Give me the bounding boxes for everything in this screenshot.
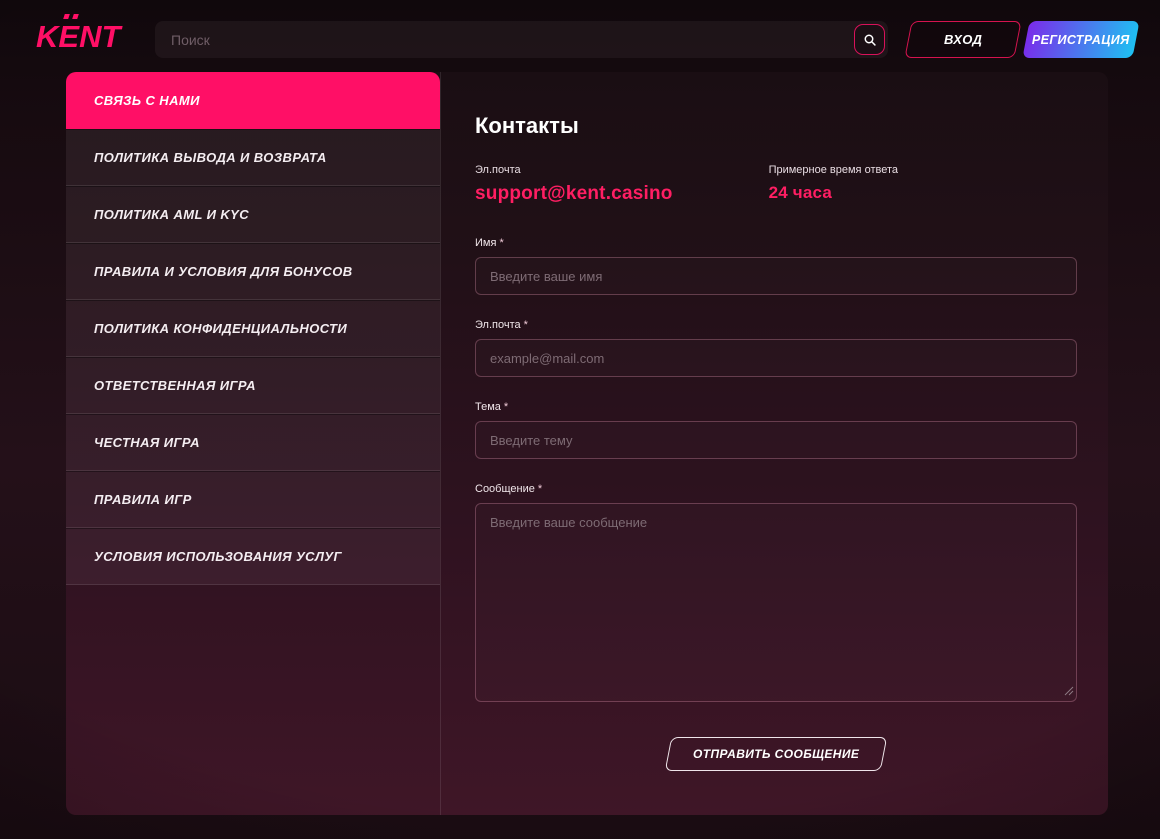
email-input[interactable] [475,339,1077,377]
subject-field-label: Тема [475,401,501,413]
sidebar-item-label: УСЛОВИЯ ИСПОЛЬЗОВАНИЯ УСЛУГ [94,549,342,564]
sidebar: СВЯЗЬ С НАМИ ПОЛИТИКА ВЫВОДА И ВОЗВРАТА … [66,72,440,585]
main-panel: СВЯЗЬ С НАМИ ПОЛИТИКА ВЫВОДА И ВОЗВРАТА … [66,72,1108,815]
subject-input[interactable] [475,421,1077,459]
sidebar-item-4[interactable]: ПОЛИТИКА КОНФИДЕНЦИАЛЬНОСТИ [66,300,440,357]
sidebar-item-label: ЧЕСТНАЯ ИГРА [94,435,200,450]
sidebar-item-1[interactable]: ПОЛИТИКА ВЫВОДА И ВОЗВРАТА [66,129,440,186]
search-input[interactable] [155,21,888,58]
required-asterisk: * [524,319,528,331]
contact-form: Имя* Эл.почта* Тема* Сообщение* [475,237,1108,771]
required-asterisk: * [499,237,503,249]
response-time-value: 24 часа [769,183,898,203]
page-title: Контакты [475,113,1108,139]
required-asterisk: * [538,483,542,495]
sidebar-item-3[interactable]: ПРАВИЛА И УСЛОВИЯ ДЛЯ БОНУСОВ [66,243,440,300]
sidebar-item-label: ОТВЕТСТВЕННАЯ ИГРА [94,378,256,393]
sidebar-item-label: ПОЛИТИКА КОНФИДЕНЦИАЛЬНОСТИ [94,321,347,336]
email-field-label: Эл.почта [475,319,521,331]
message-field-label: Сообщение [475,483,535,495]
submit-message-button[interactable]: ОТПРАВИТЬ СООБЩЕНИЕ [665,737,888,771]
response-time-label: Примерное время ответа [769,164,898,176]
search-icon [862,32,878,48]
sidebar-item-label: ПОЛИТИКА ВЫВОДА И ВОЗВРАТА [94,150,327,165]
sidebar-item-label: СВЯЗЬ С НАМИ [94,93,200,108]
sidebar-item-label: ПОЛИТИКА AML И KYC [94,207,249,222]
name-field-label: Имя [475,237,496,249]
support-email[interactable]: support@kent.casino [475,183,673,205]
register-button[interactable]: РЕГИСТРАЦИЯ [1022,21,1139,58]
required-asterisk: * [504,401,508,413]
logo-crown-icon: E [58,18,79,56]
name-input[interactable] [475,257,1077,295]
kent-logo[interactable]: KENT [36,18,120,56]
sidebar-item-0[interactable]: СВЯЗЬ С НАМИ [66,72,440,129]
email-info-label: Эл.почта [475,164,673,176]
subject-field-group: Тема* [475,401,1077,459]
sidebar-item-2[interactable]: ПОЛИТИКА AML И KYC [66,186,440,243]
sidebar-item-7[interactable]: ПРАВИЛА ИГР [66,471,440,528]
register-button-label: РЕГИСТРАЦИЯ [1032,33,1130,47]
email-field-group: Эл.почта* [475,319,1077,377]
search-bar [155,21,888,58]
login-button-label: ВХОД [944,32,982,47]
sidebar-item-8[interactable]: УСЛОВИЯ ИСПОЛЬЗОВАНИЯ УСЛУГ [66,528,440,585]
response-time-info: Примерное время ответа 24 часа [769,164,898,205]
name-field-group: Имя* [475,237,1077,295]
message-textarea[interactable] [475,503,1077,702]
sidebar-item-label: ПРАВИЛА ИГР [94,492,192,507]
contacts-section: Контакты Эл.почта support@kent.casino Пр… [441,72,1108,815]
email-info: Эл.почта support@kent.casino [475,164,673,205]
sidebar-item-label: ПРАВИЛА И УСЛОВИЯ ДЛЯ БОНУСОВ [94,264,353,279]
search-button[interactable] [854,24,885,55]
login-button[interactable]: ВХОД [904,21,1021,58]
submit-message-label: ОТПРАВИТЬ СООБЩЕНИЕ [693,747,859,761]
sidebar-item-5[interactable]: ОТВЕТСТВЕННАЯ ИГРА [66,357,440,414]
message-field-group: Сообщение* [475,483,1077,707]
header: KENT ВХОД РЕГИСТРАЦИЯ [0,0,1160,70]
contact-info-row: Эл.почта support@kent.casino Примерное в… [475,164,1108,205]
sidebar-item-6[interactable]: ЧЕСТНАЯ ИГРА [66,414,440,471]
